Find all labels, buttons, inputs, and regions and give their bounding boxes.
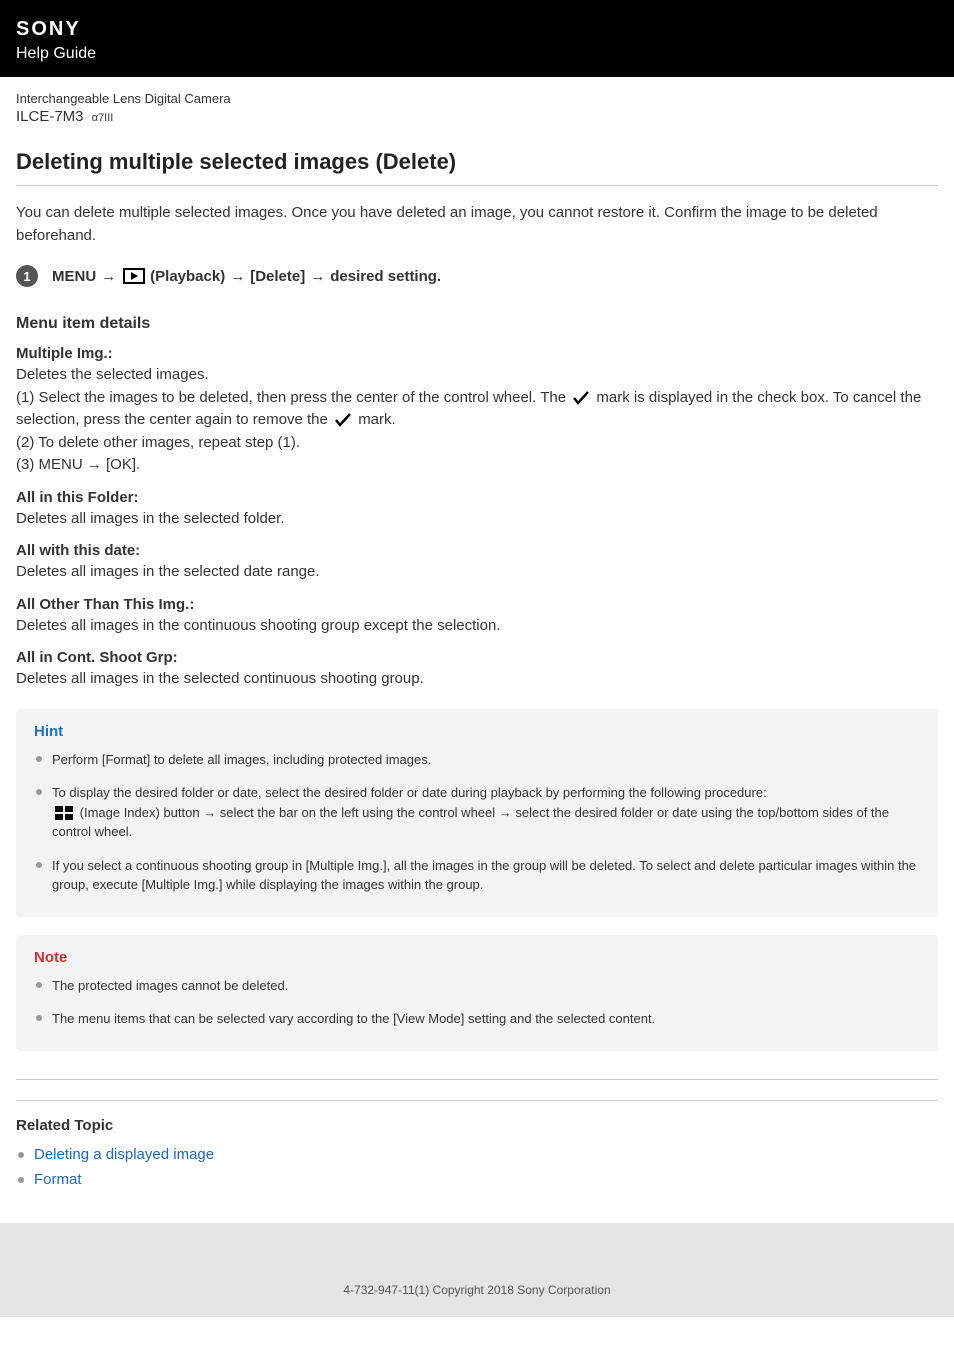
main-content: Interchangeable Lens Digital Camera ILCE…: [0, 77, 954, 1193]
item-title: All in Cont. Shoot Grp:: [16, 649, 938, 666]
image-index-icon: [55, 806, 73, 820]
note-title: Note: [34, 949, 920, 966]
copyright: 4-732-947-11(1) Copyright 2018 Sony Corp…: [343, 1283, 610, 1297]
arrow-icon: →: [230, 268, 245, 285]
step-instruction: MENU → (Playback) → [Delete] → desired s…: [52, 268, 441, 285]
item-step3: (3) MENU → [OK].: [16, 456, 140, 473]
item-description: Deletes all images in the selected date …: [16, 561, 938, 584]
item-intro: Deletes the selected images.: [16, 366, 209, 383]
guide-label: Help Guide: [16, 45, 938, 63]
item-title: All in this Folder:: [16, 489, 938, 506]
menu-item: All Other Than This Img.: Deletes all im…: [16, 596, 938, 638]
hint-item: If you select a continuous shooting grou…: [34, 856, 920, 895]
item-description: Deletes all images in the continuous sho…: [16, 615, 938, 638]
brand-logo: SONY: [16, 18, 938, 41]
item-description: Deletes the selected images. (1) Select …: [16, 364, 938, 477]
hint-title: Hint: [34, 723, 920, 740]
step-setting: desired setting.: [330, 268, 441, 285]
related-link-item: Deleting a displayed image: [16, 1142, 938, 1168]
arrow-icon: →: [310, 268, 325, 285]
note-item: The menu items that can be selected vary…: [34, 1009, 920, 1029]
menu-item: Multiple Img.: Deletes the selected imag…: [16, 345, 938, 477]
step-row: 1 MENU → (Playback) → [Delete] → desired…: [16, 265, 938, 287]
menu-item: All with this date: Deletes all images i…: [16, 542, 938, 584]
menu-item: All in this Folder: Deletes all images i…: [16, 489, 938, 531]
page-title: Deleting multiple selected images (Delet…: [16, 149, 938, 175]
model-code: ILCE-7M3: [16, 108, 84, 125]
model-sub: α7III: [92, 112, 114, 124]
step-menu: MENU: [52, 268, 96, 285]
product-category: Interchangeable Lens Digital Camera: [16, 91, 938, 106]
intro-text: You can delete multiple selected images.…: [16, 202, 938, 247]
checkmark-icon: [573, 391, 589, 405]
site-header: SONY Help Guide: [0, 0, 954, 77]
item-step1c: mark.: [358, 411, 396, 428]
hint-item: Perform [Format] to delete all images, i…: [34, 750, 920, 770]
step-delete: [Delete]: [250, 268, 305, 285]
footer: 4-732-947-11(1) Copyright 2018 Sony Corp…: [0, 1223, 954, 1317]
related-title: Related Topic: [16, 1117, 938, 1134]
product-model: ILCE-7M3 α7III: [16, 108, 938, 125]
related-link[interactable]: Deleting a displayed image: [34, 1146, 214, 1163]
arrow-icon: →: [101, 268, 116, 285]
divider: [16, 1100, 938, 1101]
step-playback: (Playback): [150, 268, 225, 285]
details-heading: Menu item details: [16, 315, 938, 333]
note-item: The protected images cannot be deleted.: [34, 976, 920, 996]
item-title: All with this date:: [16, 542, 938, 559]
item-step2: (2) To delete other images, repeat step …: [16, 434, 300, 451]
note-callout: Note The protected images cannot be dele…: [16, 935, 938, 1051]
playback-icon: [123, 268, 145, 284]
related-topics: Related Topic Deleting a displayed image…: [16, 1079, 938, 1193]
hint-callout: Hint Perform [Format] to delete all imag…: [16, 709, 938, 917]
item-title: Multiple Img.:: [16, 345, 938, 362]
related-link[interactable]: Format: [34, 1171, 82, 1188]
hint-post: (Image Index) button → select the bar on…: [52, 805, 889, 840]
item-step1a: (1) Select the images to be deleted, the…: [16, 389, 570, 406]
item-title: All Other Than This Img.:: [16, 596, 938, 613]
divider: [16, 185, 938, 186]
item-description: Deletes all images in the selected conti…: [16, 668, 938, 691]
step-number-badge: 1: [16, 265, 38, 287]
menu-item: All in Cont. Shoot Grp: Deletes all imag…: [16, 649, 938, 691]
checkmark-icon: [335, 413, 351, 427]
item-description: Deletes all images in the selected folde…: [16, 508, 938, 531]
related-link-item: Format: [16, 1167, 938, 1193]
hint-item: To display the desired folder or date, s…: [34, 783, 920, 842]
hint-pre: To display the desired folder or date, s…: [52, 785, 767, 800]
